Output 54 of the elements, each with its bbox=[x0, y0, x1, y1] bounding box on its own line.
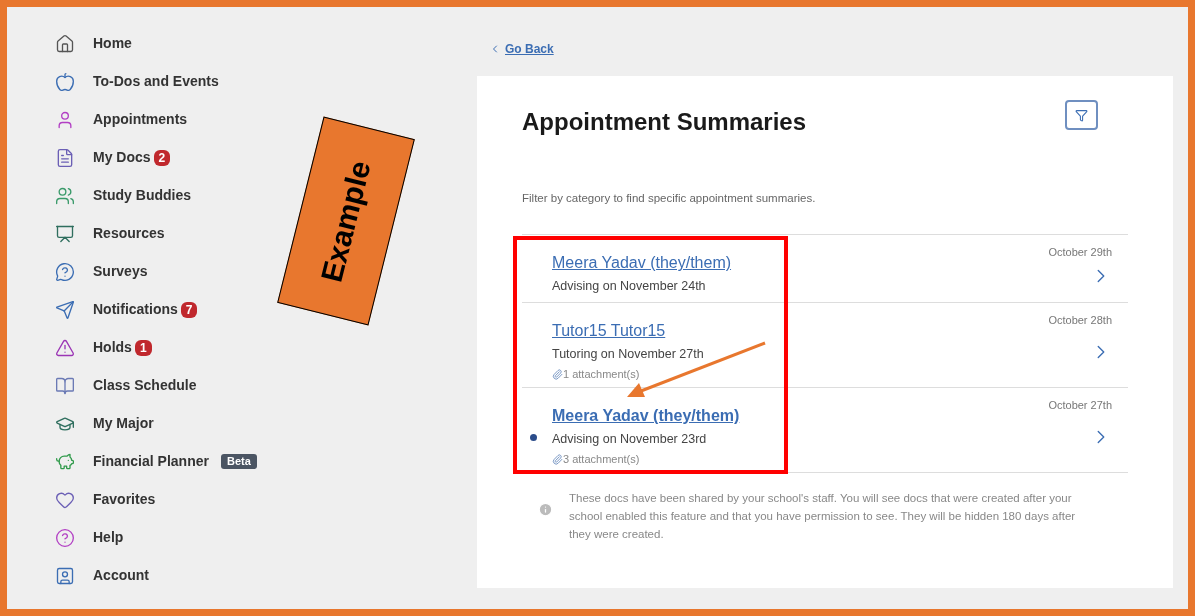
sidebar-item[interactable]: Class Schedule bbox=[55, 375, 197, 396]
house-icon bbox=[55, 33, 75, 54]
filter-button[interactable] bbox=[1065, 100, 1098, 130]
filter-icon bbox=[1075, 108, 1088, 122]
beta-tag: Beta bbox=[220, 454, 257, 469]
book-icon bbox=[55, 375, 75, 396]
document-icon bbox=[55, 147, 75, 168]
appointment-date: October 28th bbox=[1048, 313, 1112, 329]
person-link[interactable]: Meera Yadav (they/them) bbox=[552, 251, 732, 276]
sidebar-item[interactable]: Notifications bbox=[55, 299, 178, 320]
attachment-count: 3 attachment(s) bbox=[552, 451, 640, 468]
appointment-row[interactable]: Tutor15 Tutor15 Tutoring on November 27th 1 attachment(s) October 28th bbox=[522, 303, 1128, 389]
sidebar-item[interactable]: Home bbox=[55, 33, 132, 54]
apple-icon bbox=[55, 71, 75, 92]
person-link[interactable]: Meera Yadav (they/them) bbox=[552, 404, 740, 429]
count-badge: 7 bbox=[180, 301, 198, 318]
page-title: Appointment Summaries bbox=[522, 107, 807, 137]
description: Filter by category to find specific appointment summaries. bbox=[522, 191, 817, 206]
count-badge: 2 bbox=[153, 149, 171, 166]
help-icon bbox=[55, 527, 75, 548]
person-link[interactable]: Tutor15 Tutor15 bbox=[552, 319, 666, 344]
example-sticker: Example bbox=[277, 116, 415, 326]
sidebar-item[interactable]: My Major bbox=[55, 413, 154, 434]
paper-plane-icon bbox=[55, 299, 75, 320]
count-badge: 1 bbox=[134, 339, 152, 356]
piggy-bank-icon bbox=[55, 451, 75, 472]
board-icon bbox=[55, 223, 75, 244]
sidebar-item[interactable]: Favorites bbox=[55, 489, 156, 510]
appointment-subtitle: Tutoring on November 27th bbox=[552, 346, 704, 364]
appointment-subtitle: Advising on November 24th bbox=[552, 278, 706, 296]
account-icon bbox=[55, 565, 75, 586]
paperclip-icon bbox=[552, 368, 563, 380]
sidebar-item[interactable]: Holds bbox=[55, 337, 132, 358]
appointment-date: October 29th bbox=[1048, 245, 1112, 261]
speech-bubble-icon bbox=[55, 261, 75, 282]
warning-icon bbox=[55, 337, 75, 358]
sidebar-item[interactable]: My Docs bbox=[55, 147, 151, 168]
sidebar-item[interactable]: Financial Planner bbox=[55, 451, 209, 472]
sidebar-item[interactable]: Study Buddies bbox=[55, 185, 191, 206]
sidebar-item[interactable]: Help bbox=[55, 527, 124, 548]
paperclip-icon bbox=[552, 453, 563, 465]
info-icon bbox=[538, 502, 553, 518]
back-link[interactable]: Go Back bbox=[489, 40, 554, 58]
appointment-row[interactable]: Meera Yadav (they/them) Advising on November 24th October 29th bbox=[522, 235, 1128, 304]
sidebar-item[interactable]: Resources bbox=[55, 223, 165, 244]
appointment-subtitle: Advising on November 23rd bbox=[552, 431, 707, 449]
sidebar-item[interactable]: To-Dos and Events bbox=[55, 71, 219, 92]
appointment-date: October 27th bbox=[1048, 398, 1112, 414]
sidebar-item[interactable]: Appointments bbox=[55, 109, 188, 130]
sidebar-item[interactable]: Account bbox=[55, 565, 149, 586]
info-note: These docs have been shared by your school's staff. You will see docs that were created after your school enabled this feature and that you have permission to see. They will be hidden 180 days after they were created. bbox=[569, 491, 1077, 543]
attachment-count: 1 attachment(s) bbox=[552, 366, 640, 383]
people-icon bbox=[55, 185, 75, 206]
sidebar-item[interactable]: Surveys bbox=[55, 261, 148, 282]
